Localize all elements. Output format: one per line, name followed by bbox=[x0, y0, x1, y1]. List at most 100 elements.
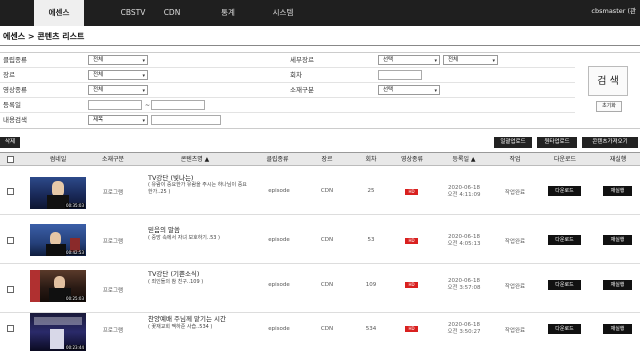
chevron-down-icon: ▾ bbox=[434, 58, 437, 64]
episode-cell: 109 bbox=[365, 282, 377, 288]
hd-badge: HD bbox=[405, 282, 418, 288]
download-button[interactable]: 다운로드 bbox=[548, 280, 581, 290]
content-title[interactable]: TV강단 (기쁜소식) bbox=[148, 268, 199, 278]
search-button[interactable]: 검 색 bbox=[588, 66, 628, 96]
episode-cell: 53 bbox=[367, 237, 375, 243]
video-thumbnail[interactable]: 00:35:03 bbox=[30, 177, 86, 209]
content-subtitle: ( 유람이 중요한가 유람을 주시는 하나님이 중요한가..25 ) bbox=[148, 182, 247, 195]
reg-date-cell: 2020-06-18 오전 4:05:13 bbox=[447, 234, 481, 247]
content-title[interactable]: 찬양예배 주님께 맡기는 시간 bbox=[148, 313, 226, 323]
date-separator: ~ bbox=[145, 102, 151, 109]
category-cell: 프로그램 bbox=[102, 190, 124, 196]
search-input[interactable] bbox=[151, 115, 221, 125]
detail-genre-label: 세부장르 bbox=[290, 56, 314, 64]
category-cell: 프로그램 bbox=[102, 239, 124, 245]
clip-type-select[interactable]: 전체 ▾ bbox=[88, 55, 148, 65]
work-status: 작업완료 bbox=[504, 239, 526, 245]
select-all-checkbox[interactable] bbox=[7, 156, 14, 163]
video-type-label: 영상종류 bbox=[3, 86, 27, 94]
filter-panel: 클립종류 전체 ▾ 세부장르 선택 ▾ 전체 ▾ 장르 전체 ▾ 회차 영상종류 전체 ▾… bbox=[0, 52, 640, 129]
subcategory-label: 소재구분 bbox=[290, 86, 314, 94]
episode-cell: 534 bbox=[365, 326, 377, 332]
genre-cell: CDN bbox=[320, 326, 334, 332]
video-thumbnail[interactable]: 00:42:53 bbox=[30, 224, 86, 256]
col-reg-date[interactable]: 등록일 ▲ bbox=[440, 153, 488, 166]
genre-cell: CDN bbox=[320, 237, 334, 243]
category-cell: 프로그램 bbox=[102, 328, 124, 334]
tab-cbstv[interactable]: CBSTV bbox=[110, 0, 156, 26]
table-row: 00:35:03 프로그램 TV강단 (빛나는) ( 유람이 중요한가 유람을 … bbox=[0, 167, 640, 215]
row-checkbox[interactable] bbox=[7, 237, 14, 244]
reset-button[interactable]: 초기화 bbox=[596, 101, 622, 112]
chevron-down-icon: ▾ bbox=[492, 58, 495, 64]
table-row: 00:25:03 프로그램 TV강단 (기쁜소식) ( 죄인들의 참 친구..1… bbox=[0, 265, 640, 313]
tab-system[interactable]: 시스템 bbox=[260, 0, 306, 26]
reg-date-cell: 2020-06-18 오전 4:11:09 bbox=[447, 185, 481, 198]
table-header: 썸네일 소재구분 콘텐츠명 ▲ 클립종류 장르 회차 영상종류 등록일 ▲ 작업… bbox=[0, 152, 640, 166]
chevron-down-icon: ▾ bbox=[142, 58, 145, 64]
rerun-button[interactable]: 재실행 bbox=[603, 324, 632, 334]
download-button[interactable]: 다운로드 bbox=[548, 324, 581, 334]
breadcrumb: 에센스 > 콘텐츠 리스트 bbox=[3, 32, 85, 41]
download-button[interactable]: 다운로드 bbox=[548, 235, 581, 245]
search-field-select[interactable]: 제목 ▾ bbox=[88, 115, 148, 125]
episode-cell: 25 bbox=[367, 188, 375, 194]
detail-genre-select-1[interactable]: 선택 ▾ bbox=[378, 55, 440, 65]
reg-date-label: 등록일 bbox=[3, 101, 21, 109]
col-category: 소재구분 bbox=[101, 156, 125, 163]
delete-button[interactable]: 삭제 bbox=[0, 137, 20, 148]
col-rerun: 재실행 bbox=[609, 156, 627, 163]
date-to-input[interactable] bbox=[151, 100, 205, 110]
content-title[interactable]: TV강단 (빛나는) bbox=[148, 172, 193, 182]
clip-type-cell: episode bbox=[268, 237, 290, 243]
hd-badge: HD bbox=[405, 238, 418, 244]
batch-upload-button[interactable]: 일괄업로드 bbox=[494, 137, 532, 148]
user-account[interactable]: cbsmaster (관 bbox=[591, 0, 636, 22]
tab-essence[interactable]: 에센스 bbox=[34, 0, 84, 26]
row-checkbox[interactable] bbox=[7, 325, 14, 332]
col-title[interactable]: 콘텐츠명 ▲ bbox=[150, 153, 240, 166]
reg-date-cell: 2020-06-18 오전 3:50:27 bbox=[447, 322, 481, 335]
video-thumbnail[interactable]: 00:23:44 bbox=[30, 313, 86, 351]
genre-label: 장르 bbox=[3, 71, 15, 79]
genre-cell: CDN bbox=[320, 188, 334, 194]
rerun-button[interactable]: 재실행 bbox=[603, 280, 632, 290]
col-genre: 장르 bbox=[321, 156, 333, 163]
category-cell: 프로그램 bbox=[102, 288, 124, 294]
divider bbox=[0, 45, 640, 46]
row-checkbox[interactable] bbox=[7, 188, 14, 195]
clip-type-label: 클립종류 bbox=[3, 56, 27, 64]
rerun-button[interactable]: 재실행 bbox=[603, 235, 632, 245]
chevron-down-icon: ▾ bbox=[142, 88, 145, 94]
fetch-content-button[interactable]: 콘텐츠가져오기 bbox=[582, 137, 638, 148]
subcategory-select[interactable]: 선택 ▾ bbox=[378, 85, 440, 95]
video-type-select[interactable]: 전체 ▾ bbox=[88, 85, 148, 95]
content-subtitle: ( 꽃재교회 맥하준 사습..534 ) bbox=[148, 324, 213, 330]
content-search-label: 내용검색 bbox=[3, 116, 27, 124]
col-work: 작업 bbox=[509, 156, 521, 163]
chevron-down-icon: ▾ bbox=[434, 88, 437, 94]
genre-select[interactable]: 전체 ▾ bbox=[88, 70, 148, 80]
hd-badge: HD bbox=[405, 189, 418, 195]
rerun-button[interactable]: 재실행 bbox=[603, 186, 632, 196]
episode-input[interactable] bbox=[378, 70, 422, 80]
content-title[interactable]: 믿음의 말씀 bbox=[148, 224, 180, 234]
work-status: 작업완료 bbox=[504, 284, 526, 290]
row-checkbox[interactable] bbox=[7, 286, 14, 293]
col-clip-type: 클립종류 bbox=[266, 156, 289, 163]
work-status: 작업완료 bbox=[504, 190, 526, 196]
download-button[interactable]: 다운로드 bbox=[548, 186, 581, 196]
detail-genre-select-2[interactable]: 전체 ▾ bbox=[443, 55, 498, 65]
col-video-type: 영상종류 bbox=[400, 156, 424, 163]
video-thumbnail[interactable]: 00:25:03 bbox=[30, 270, 86, 302]
clip-type-cell: episode bbox=[268, 326, 290, 332]
hd-badge: HD bbox=[405, 326, 418, 332]
top-nav: 에센스 CBSTV CDN 통계 시스템 cbsmaster (관 bbox=[0, 0, 640, 26]
tab-cdn[interactable]: CDN bbox=[152, 0, 192, 26]
tab-stats[interactable]: 통계 bbox=[208, 0, 248, 26]
single-upload-button[interactable]: 원타업로드 bbox=[537, 137, 577, 148]
chevron-down-icon: ▾ bbox=[142, 118, 145, 124]
content-subtitle: ( 죄인들의 참 친구..109 ) bbox=[148, 279, 204, 285]
date-from-input[interactable] bbox=[88, 100, 142, 110]
col-thumbnail: 썸네일 bbox=[49, 156, 67, 163]
